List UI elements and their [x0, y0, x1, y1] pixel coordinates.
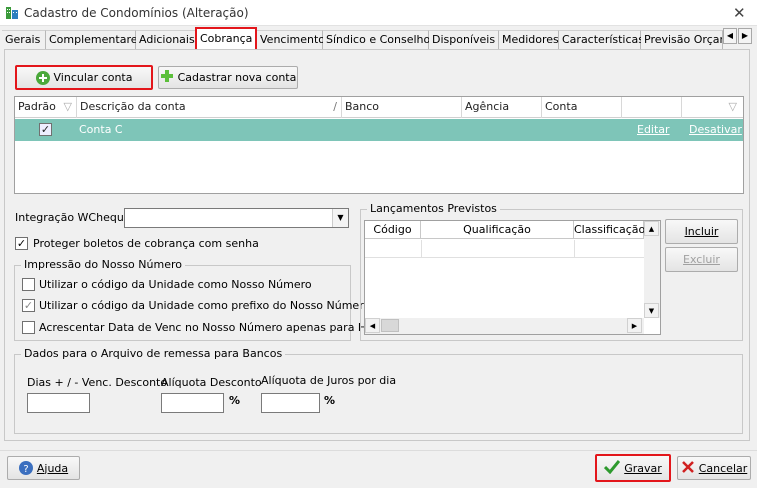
tab-previsao[interactable]: Previsão Orçam: [641, 30, 723, 49]
opt3-label: Acrescentar Data de Venc no Nosso Número…: [39, 321, 389, 334]
lancamentos-grid: Código Qualificação Classificação ▲ ▼ ◀ …: [364, 220, 661, 335]
col-padrao[interactable]: Padrão ▽: [15, 97, 77, 118]
proteger-checkbox[interactable]: ✓: [15, 237, 28, 250]
col-agencia[interactable]: Agência: [462, 97, 542, 118]
tab-disponiveis[interactable]: Disponíveis: [429, 30, 499, 49]
gravar-label: Gravar: [624, 461, 662, 475]
aliquota-desconto-label: Alíquota Desconto: [161, 376, 262, 389]
vertical-scrollbar[interactable]: ▲ ▼: [644, 221, 660, 318]
col-classificacao[interactable]: Classificação: [574, 221, 645, 239]
incluir-button[interactable]: Incluir: [665, 219, 738, 244]
sort-icon: ∕: [333, 100, 337, 113]
percent-desconto: %: [229, 394, 241, 407]
scroll-right-icon[interactable]: ▶: [627, 318, 642, 333]
col-codigo[interactable]: Código: [365, 221, 421, 239]
gravar-button[interactable]: Gravar: [595, 454, 671, 482]
cadastrar-nova-conta-button[interactable]: Cadastrar nova conta: [158, 66, 298, 89]
svg-text:?: ?: [23, 464, 28, 475]
horizontal-scrollbar[interactable]: ◀ ▶: [365, 318, 644, 334]
col-banco[interactable]: Banco: [342, 97, 462, 118]
check-icon: [604, 459, 621, 477]
remessa-group-title: Dados para o Arquivo de remessa para Ban…: [21, 347, 286, 360]
scroll-left-icon[interactable]: ◀: [365, 318, 380, 333]
accounts-grid-header: Padrão ▽ Descrição da conta ∕ Banco Agênci…: [15, 97, 743, 118]
tab-adicionais[interactable]: Adicionais: [136, 30, 196, 49]
proteger-label: Proteger boletos de cobrança com senha: [33, 237, 259, 250]
filter-icon: ▽: [63, 100, 72, 113]
help-icon: ?: [18, 461, 33, 475]
ajuda-button[interactable]: ? Ajuda: [7, 456, 80, 480]
col-conta[interactable]: Conta: [542, 97, 622, 118]
dias-input[interactable]: [27, 393, 90, 413]
scroll-thumb[interactable]: [381, 319, 399, 332]
tab-caracteristicas[interactable]: Características: [559, 30, 644, 49]
remessa-group: Dados para o Arquivo de remessa para Ban…: [14, 347, 743, 434]
table-row[interactable]: [365, 240, 644, 258]
cadastrar-nova-conta-label: Cadastrar nova conta: [177, 71, 297, 84]
tab-scroll-right-icon[interactable]: ▶: [738, 28, 752, 44]
opt3-checkbox[interactable]: [22, 321, 35, 334]
editar-link[interactable]: Editar: [637, 123, 670, 136]
vincular-conta-button[interactable]: Vincular conta: [15, 65, 153, 90]
window-title: Cadastro de Condomínios (Alteração): [24, 6, 249, 20]
close-icon[interactable]: ✕: [733, 4, 746, 22]
percent-juros: %: [324, 394, 336, 407]
opt1-checkbox[interactable]: [22, 278, 35, 291]
integracao-label: Integração WCheque: [15, 211, 131, 224]
plus-circle-icon: [35, 70, 50, 85]
tab-strip: Gerais Complementares Adicionais Cobranç…: [2, 27, 755, 49]
building-icon: [6, 7, 18, 19]
desativar-link[interactable]: Desativar: [689, 123, 742, 136]
dias-label: Dias + / - Venc. Desconto: [27, 376, 168, 389]
lancamentos-group-title: Lançamentos Previstos: [367, 202, 500, 215]
chevron-down-icon[interactable]: ▼: [332, 209, 348, 227]
col-descricao[interactable]: Descrição da conta ∕: [77, 97, 342, 118]
ajuda-label: Ajuda: [36, 461, 69, 475]
tab-scroll-left-icon[interactable]: ◀: [723, 28, 737, 44]
excluir-button[interactable]: Excluir: [665, 247, 738, 272]
scroll-down-icon[interactable]: ▼: [644, 303, 659, 318]
impressao-group-title: Impressão do Nosso Número: [21, 258, 185, 271]
row-padrao-checkbox[interactable]: ✓: [39, 123, 52, 136]
tab-medidores[interactable]: Medidores: [499, 30, 559, 49]
opt2-checkbox[interactable]: ✓: [22, 299, 35, 312]
tab-vencimento[interactable]: Vencimento: [257, 30, 325, 49]
aliquota-juros-input[interactable]: [261, 393, 320, 413]
tab-complementares[interactable]: Complementares: [46, 30, 143, 49]
plus-icon: [160, 69, 174, 86]
aliquota-juros-label: Alíquota de Juros por dia: [261, 374, 397, 387]
col-qualificacao[interactable]: Qualificação: [421, 221, 574, 239]
tab-sindico[interactable]: Síndico e Conselho: [323, 30, 430, 49]
accounts-grid: Padrão ▽ Descrição da conta ∕ Banco Agênci…: [14, 96, 744, 194]
filter-icon: ▽: [728, 100, 737, 113]
close-icon: [681, 460, 695, 477]
tab-gerais[interactable]: Gerais: [2, 30, 46, 49]
opt2-label: Utilizar o código da Unidade como prefix…: [39, 299, 371, 312]
row-descricao: Conta C: [79, 123, 123, 136]
cancelar-label: Cancelar: [698, 461, 748, 475]
aliquota-desconto-input[interactable]: [161, 393, 224, 413]
vincular-conta-label: Vincular conta: [53, 71, 133, 84]
table-row[interactable]: ✓ Conta C Editar Desativar: [15, 119, 743, 141]
tab-cobranca[interactable]: Cobrança: [195, 27, 257, 49]
col-actions: ▽: [682, 97, 743, 118]
integracao-select[interactable]: ▼: [124, 208, 349, 228]
col-blank: [622, 97, 682, 118]
cancelar-button[interactable]: Cancelar: [677, 456, 751, 480]
scroll-up-icon[interactable]: ▲: [644, 221, 659, 236]
opt1-label: Utilizar o código da Unidade como Nosso …: [39, 278, 312, 291]
